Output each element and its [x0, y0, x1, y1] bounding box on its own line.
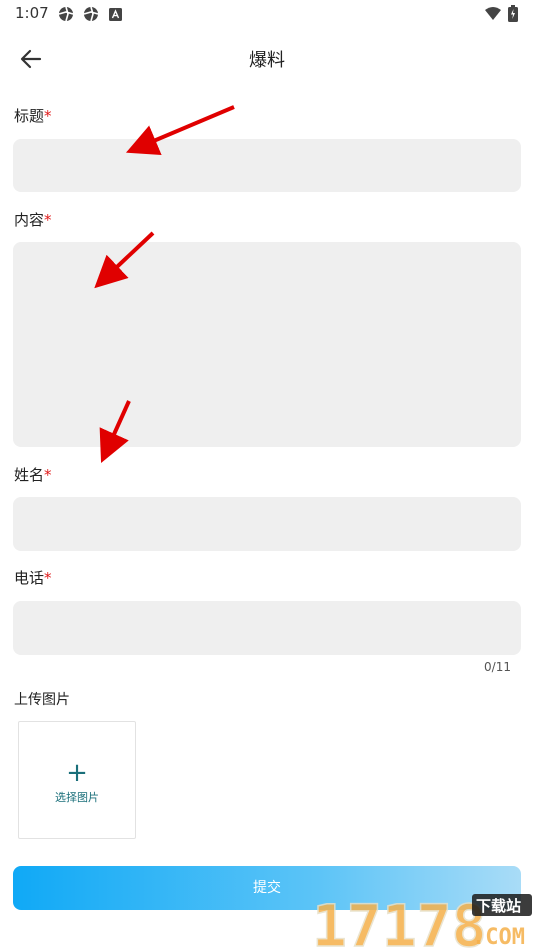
- watermark-domain: .COM: [472, 925, 525, 950]
- content-label: 内容*: [14, 209, 52, 230]
- a-box-icon: [109, 8, 122, 21]
- aperture-icon: [58, 6, 74, 22]
- wifi-icon: [485, 6, 501, 20]
- name-label-text: 姓名: [14, 466, 45, 484]
- phone-label-text: 电话: [14, 569, 45, 587]
- phone-label: 电话*: [14, 567, 52, 588]
- content-label-text: 内容: [14, 211, 45, 229]
- status-time: 1:07: [15, 4, 49, 22]
- aperture-icon: [83, 6, 99, 22]
- name-input[interactable]: [13, 497, 521, 551]
- watermark-logo: 17178 下载站 .COM: [312, 891, 532, 950]
- name-label: 姓名*: [14, 464, 52, 485]
- plus-icon: +: [66, 758, 88, 788]
- phone-input[interactable]: [13, 601, 521, 655]
- status-right: [484, 5, 518, 22]
- required-mark: *: [44, 107, 52, 125]
- status-bar: 1:07: [0, 0, 534, 28]
- title-input[interactable]: [13, 139, 521, 192]
- watermark-number: 17178: [312, 892, 487, 950]
- required-mark: *: [44, 569, 52, 587]
- phone-counter: 0/11: [484, 660, 511, 674]
- title-label-text: 标题: [14, 107, 45, 125]
- upload-label: 上传图片: [14, 692, 70, 708]
- content-textarea[interactable]: [13, 242, 521, 447]
- watermark-tag: 下载站: [476, 897, 521, 915]
- select-image-button[interactable]: + 选择图片: [18, 721, 136, 839]
- page-title: 爆料: [249, 50, 285, 71]
- required-mark: *: [44, 466, 52, 484]
- select-image-label: 选择图片: [55, 791, 99, 804]
- title-label: 标题*: [14, 105, 52, 126]
- battery-icon: [508, 5, 518, 22]
- app-bar: 爆料: [0, 36, 534, 80]
- required-mark: *: [44, 211, 52, 229]
